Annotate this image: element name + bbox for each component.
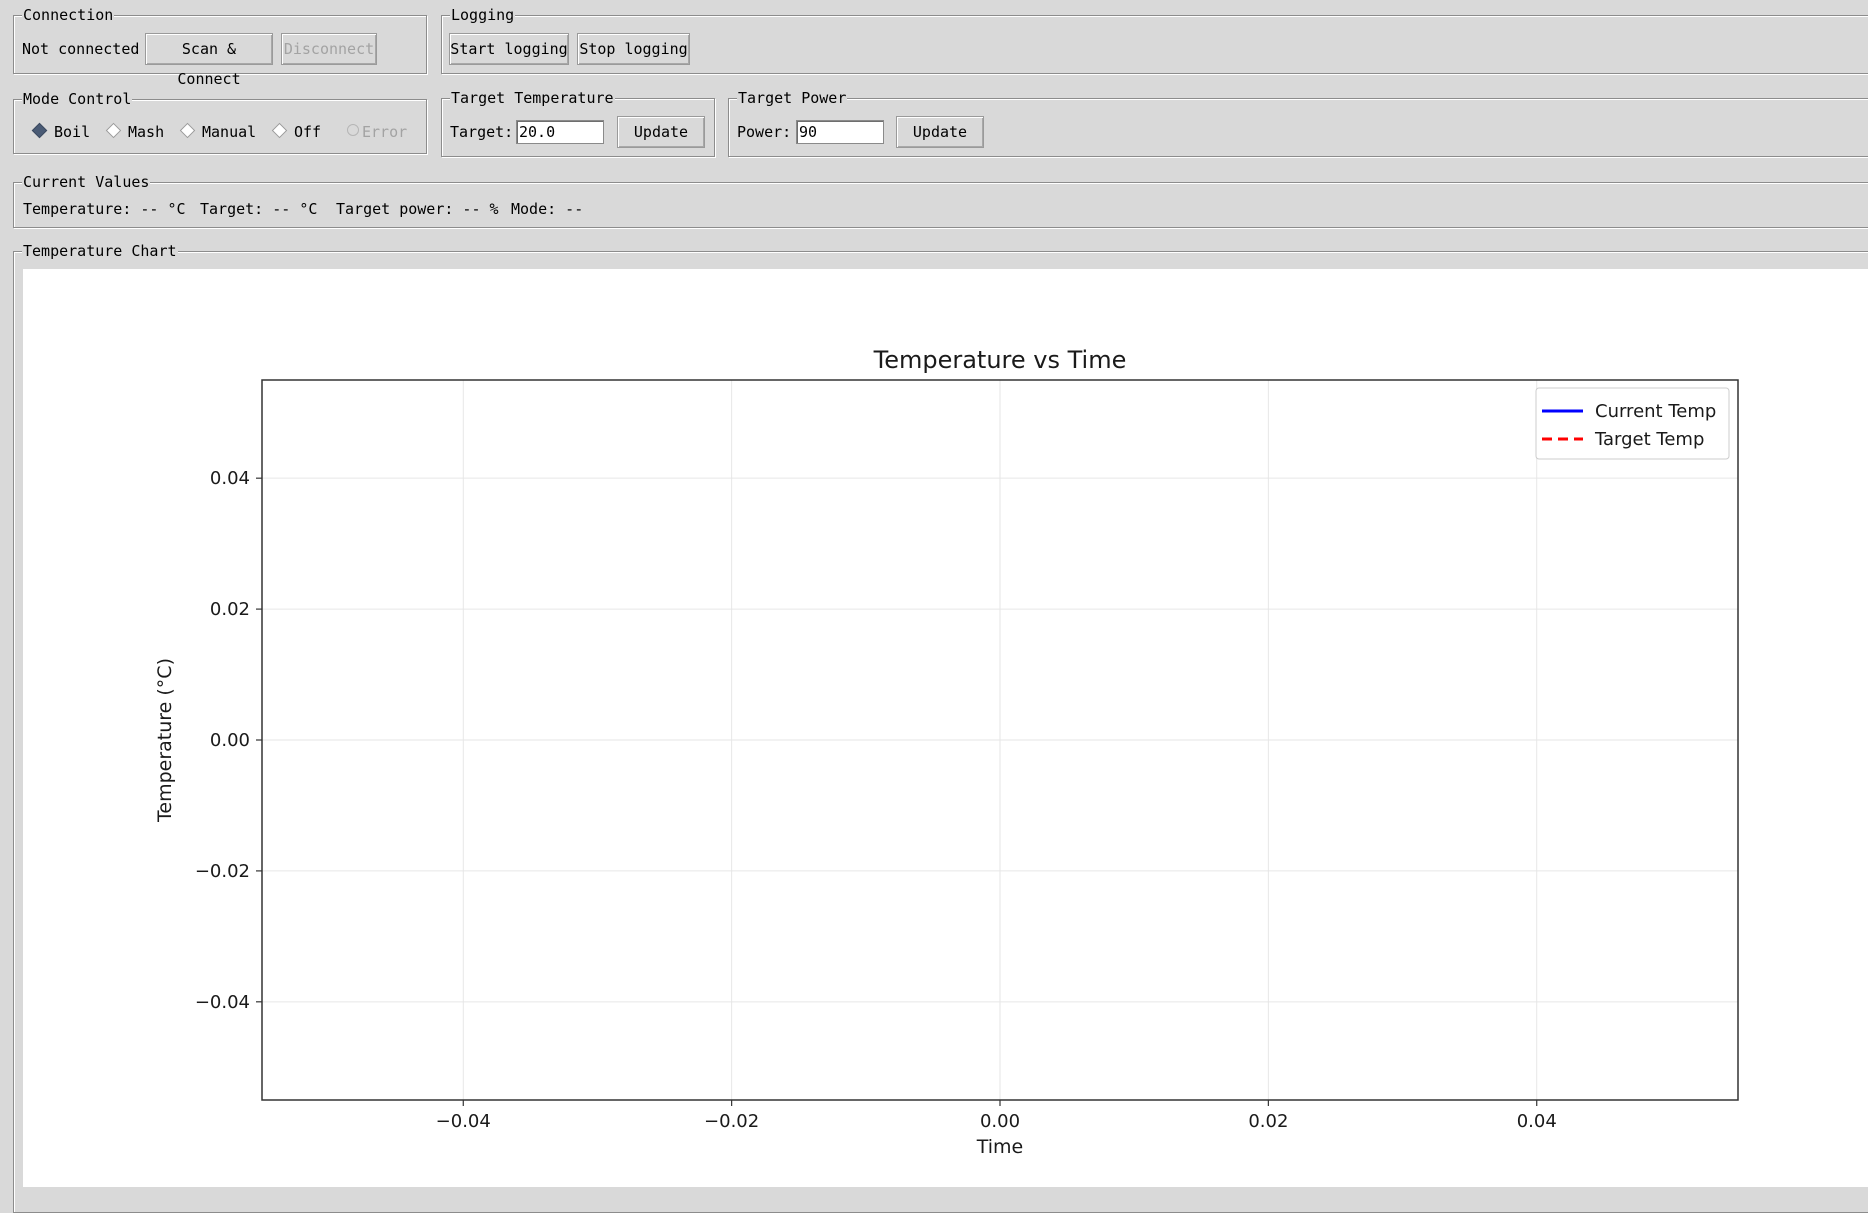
logging-group-title: Logging xyxy=(450,6,516,24)
y-tick-label: 0.04 xyxy=(210,468,250,489)
mode-radio-label: Error xyxy=(362,123,408,141)
disconnect-button[interactable]: Disconnect xyxy=(281,33,377,65)
y-tick-label: 0.00 xyxy=(210,730,250,751)
y-tick-label: 0.02 xyxy=(210,599,250,620)
current-values-group: Current Values Temperature: -- °C Target… xyxy=(13,173,1868,228)
start-logging-button[interactable]: Start logging xyxy=(449,33,569,65)
current-target-value: Target: -- °C xyxy=(200,200,318,218)
temperature-chart: −0.04 −0.02 0.00 0.02 0.04 −0.04 −0.02 0.00 0.02… xyxy=(154,346,1739,1158)
radio-indicator-icon xyxy=(31,122,48,139)
stop-logging-button[interactable]: Stop logging xyxy=(577,33,690,65)
mode-control-group-title: Mode Control xyxy=(22,90,133,108)
target-temperature-input[interactable] xyxy=(516,120,604,144)
target-power-label: Power: xyxy=(737,123,792,141)
x-tick-label: 0.00 xyxy=(980,1111,1020,1132)
current-temperature-value: Temperature: -- °C xyxy=(23,200,186,218)
temperature-chart-group-title: Temperature Chart xyxy=(22,242,178,260)
y-axis-label: Temperature (°C) xyxy=(154,658,176,823)
current-mode-value: Mode: -- xyxy=(511,200,584,218)
target-power-update-button[interactable]: Update xyxy=(896,116,984,148)
scan-connect-button[interactable]: Scan & Connect xyxy=(145,33,273,88)
legend-label: Current Temp xyxy=(1595,401,1716,422)
y-tick-label: −0.04 xyxy=(195,992,250,1013)
logging-group: Logging Start logging Stop logging xyxy=(441,6,1868,74)
radio-indicator-icon xyxy=(271,122,288,139)
connection-status: Not connected xyxy=(22,40,140,58)
target-power-input[interactable] xyxy=(796,120,884,144)
radio-indicator-icon xyxy=(105,122,122,139)
y-tick-label: −0.02 xyxy=(195,861,250,882)
mode-control-group: Mode Control Boil Mash Manual Off Error xyxy=(13,90,427,154)
radio-indicator-icon xyxy=(347,124,359,136)
connection-group: Connection Not connected Scan & Connect … xyxy=(13,6,427,88)
mode-radio-off[interactable]: Off xyxy=(271,122,322,141)
mode-radio-boil[interactable]: Boil xyxy=(31,122,91,141)
mode-radio-label: Boil xyxy=(54,123,91,141)
mode-radio-label: Mash xyxy=(128,123,165,141)
target-power-group-title: Target Power xyxy=(737,89,848,107)
x-tick-label: −0.02 xyxy=(704,1111,759,1132)
chart-legend: Current Temp Target Temp xyxy=(1535,387,1730,460)
connection-group-title: Connection xyxy=(22,6,115,24)
legend-label: Target Temp xyxy=(1594,429,1704,450)
target-temperature-label: Target: xyxy=(450,123,514,141)
chart-canvas: −0.04 −0.02 0.00 0.02 0.04 −0.04 −0.02 0.00 0.02… xyxy=(23,269,1868,1187)
x-axis-label: Time xyxy=(976,1136,1024,1158)
mode-radio-label: Off xyxy=(294,123,322,141)
current-values-group-title: Current Values xyxy=(22,173,151,191)
target-power-group: Target Power Power: Update xyxy=(728,89,1868,157)
target-temperature-group: Target Temperature Target: Update xyxy=(441,89,715,157)
x-tick-label: −0.04 xyxy=(436,1111,491,1132)
mode-radio-label: Manual xyxy=(202,123,257,141)
mode-radio-mash[interactable]: Mash xyxy=(105,122,165,141)
x-tick-label: 0.02 xyxy=(1248,1111,1288,1132)
target-temperature-group-title: Target Temperature xyxy=(450,89,615,107)
mode-radio-error[interactable]: Error xyxy=(347,123,407,141)
current-target-power-value: Target power: -- % xyxy=(336,200,499,218)
x-tick-label: 0.04 xyxy=(1517,1111,1557,1132)
mode-radio-manual[interactable]: Manual xyxy=(179,122,257,141)
chart-title: Temperature vs Time xyxy=(873,346,1127,374)
radio-indicator-icon xyxy=(179,122,196,139)
target-temperature-update-button[interactable]: Update xyxy=(617,116,705,148)
